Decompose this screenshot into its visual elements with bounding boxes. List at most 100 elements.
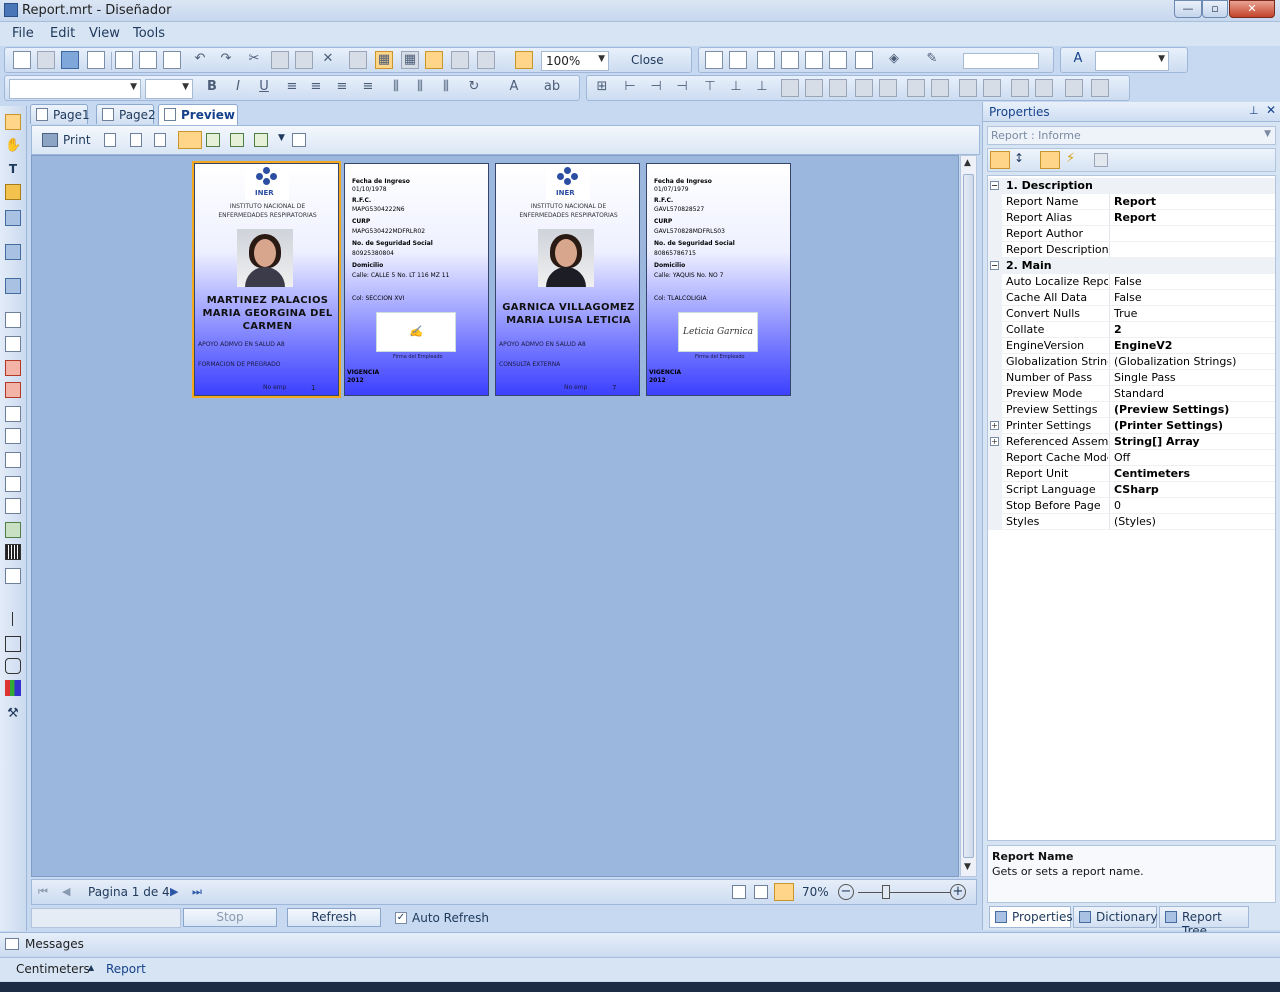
border-left-icon[interactable]: [781, 51, 799, 69]
preview-icon[interactable]: [87, 51, 105, 69]
scroll-up-icon[interactable]: ▲: [964, 158, 971, 168]
underline-icon[interactable]: U: [255, 79, 273, 97]
size-to-grid-icon[interactable]: [907, 79, 925, 97]
property-value[interactable]: True: [1114, 307, 1137, 320]
property-row[interactable]: Report Description: [988, 242, 1275, 258]
property-row[interactable]: Preview Mode Standard: [988, 386, 1275, 402]
property-value[interactable]: Off: [1114, 451, 1130, 464]
zoom-combo[interactable]: 100% ▼: [541, 51, 609, 71]
collapse-icon[interactable]: −: [990, 181, 999, 190]
auto-refresh-checkbox[interactable]: ✓: [395, 912, 407, 924]
rotate-icon[interactable]: ↻: [465, 79, 483, 97]
menu-file[interactable]: File: [12, 26, 34, 41]
make-same-height-icon[interactable]: [829, 79, 847, 97]
style-combo[interactable]: ▼: [1095, 51, 1169, 71]
last-page-icon[interactable]: ⏭: [192, 885, 202, 899]
one-page-zoom-icon[interactable]: [732, 885, 746, 899]
vertical-scrollbar[interactable]: ▲ ▼: [960, 155, 977, 877]
redo-icon[interactable]: ↷: [217, 51, 235, 69]
size-to-fit-icon[interactable]: [931, 79, 949, 97]
continuous-view-icon[interactable]: [206, 133, 220, 147]
collapse-icon[interactable]: −: [990, 261, 999, 270]
events-icon[interactable]: ⚡: [1066, 151, 1075, 166]
zoom-slider-thumb[interactable]: [882, 885, 890, 899]
property-row[interactable]: Preview Settings (Preview Settings): [988, 402, 1275, 418]
justify-icon[interactable]: ≡: [359, 79, 377, 97]
link-icon[interactable]: [1091, 79, 1109, 97]
page-setup-icon[interactable]: [292, 133, 306, 147]
alphabetical-icon[interactable]: ↕: [1014, 151, 1024, 165]
send-email-icon[interactable]: [154, 133, 166, 147]
property-value[interactable]: (Styles): [1114, 515, 1156, 528]
pin-icon[interactable]: ⊥: [1249, 104, 1259, 117]
data-band-tool-icon[interactable]: [5, 336, 21, 352]
print-button[interactable]: Print: [63, 133, 91, 147]
next-page-icon[interactable]: ▶: [170, 885, 178, 898]
property-value[interactable]: (Globalization Strings): [1114, 355, 1236, 368]
align-lefts-icon[interactable]: ⊢: [621, 79, 639, 97]
shadow-icon[interactable]: [855, 51, 873, 69]
property-value[interactable]: EngineV2: [1114, 339, 1172, 352]
property-row[interactable]: Stop Before Page 0: [988, 498, 1275, 514]
property-row[interactable]: EngineVersion EngineV2: [988, 338, 1275, 354]
align-center-icon[interactable]: ≡: [307, 79, 325, 97]
bring-to-front-icon[interactable]: [959, 79, 977, 97]
refresh-button[interactable]: Refresh: [287, 908, 381, 927]
property-value[interactable]: String[] Array: [1114, 435, 1200, 448]
center-vertically-icon[interactable]: [879, 79, 897, 97]
tab-page2[interactable]: Page2: [96, 104, 156, 124]
layout-icon[interactable]: [477, 51, 495, 69]
property-row[interactable]: + Printer Settings (Printer Settings): [988, 418, 1275, 434]
delete-icon[interactable]: ✕: [319, 51, 337, 69]
border-style-combo[interactable]: [963, 53, 1039, 69]
font-name-combo[interactable]: ▼: [9, 79, 141, 99]
property-category[interactable]: −2. Main: [988, 258, 1275, 274]
move-forward-icon[interactable]: [1011, 79, 1029, 97]
property-row[interactable]: Number of Pass Single Pass: [988, 370, 1275, 386]
image-tool-icon[interactable]: [5, 522, 21, 538]
property-value[interactable]: Standard: [1114, 387, 1164, 400]
property-row[interactable]: Report Alias Report: [988, 210, 1275, 226]
align-rights-icon[interactable]: ⊣: [673, 79, 691, 97]
expand-icon[interactable]: +: [990, 437, 999, 446]
first-page-icon[interactable]: ⏮: [38, 885, 48, 899]
align-right-icon[interactable]: ≡: [333, 79, 351, 97]
menu-view[interactable]: View: [89, 26, 120, 41]
previous-page-icon[interactable]: ◀: [62, 885, 70, 898]
show-grid-icon[interactable]: ▦: [375, 51, 393, 69]
property-value[interactable]: 0: [1114, 499, 1121, 512]
zoom-out-icon[interactable]: −: [838, 884, 854, 900]
property-value[interactable]: 2: [1114, 323, 1122, 336]
property-row[interactable]: Auto Localize Report False: [988, 274, 1275, 290]
property-row[interactable]: + Referenced Assembl String[] Array: [988, 434, 1275, 450]
clone-tool-icon[interactable]: [5, 428, 21, 444]
barcode-tool-icon[interactable]: [5, 544, 21, 560]
id-card-front-2[interactable]: INER INSTITUTO NACIONAL DE ENFERMEDADES R…: [495, 163, 640, 396]
paste-icon[interactable]: [295, 51, 313, 69]
tab-page1[interactable]: Page1: [30, 104, 90, 124]
border-none-icon[interactable]: [729, 51, 747, 69]
band-tool-icon[interactable]: [5, 210, 21, 226]
property-row[interactable]: Globalization Strings (Globalization Stri…: [988, 354, 1275, 370]
property-value[interactable]: CSharp: [1114, 483, 1159, 496]
cross-band-tool-icon[interactable]: [5, 244, 21, 260]
expand-icon[interactable]: +: [990, 421, 999, 430]
two-pages-view-icon[interactable]: [230, 133, 244, 147]
bold-icon[interactable]: B: [203, 79, 221, 97]
chevron-up-icon[interactable]: ▲: [88, 963, 94, 972]
property-pages-icon[interactable]: [1094, 153, 1108, 167]
wizard-tool-icon[interactable]: ⚒: [5, 706, 21, 722]
properties-view-icon[interactable]: [1040, 151, 1060, 169]
maximize-button[interactable]: ▫: [1202, 0, 1228, 18]
select-tool-icon[interactable]: [5, 114, 21, 130]
select-all-icon[interactable]: [349, 51, 367, 69]
shape-tool-icon[interactable]: [5, 568, 21, 584]
menu-edit[interactable]: Edit: [50, 26, 75, 41]
fill-color-icon[interactable]: ◈: [885, 51, 903, 69]
delete-page-icon[interactable]: [139, 51, 157, 69]
two-pages-zoom-icon[interactable]: [754, 885, 768, 899]
align-centers-icon[interactable]: ⊣: [647, 79, 665, 97]
make-same-width-icon[interactable]: [805, 79, 823, 97]
align-bottoms-icon[interactable]: ⊥: [753, 79, 771, 97]
style-icon[interactable]: A: [1069, 51, 1087, 69]
